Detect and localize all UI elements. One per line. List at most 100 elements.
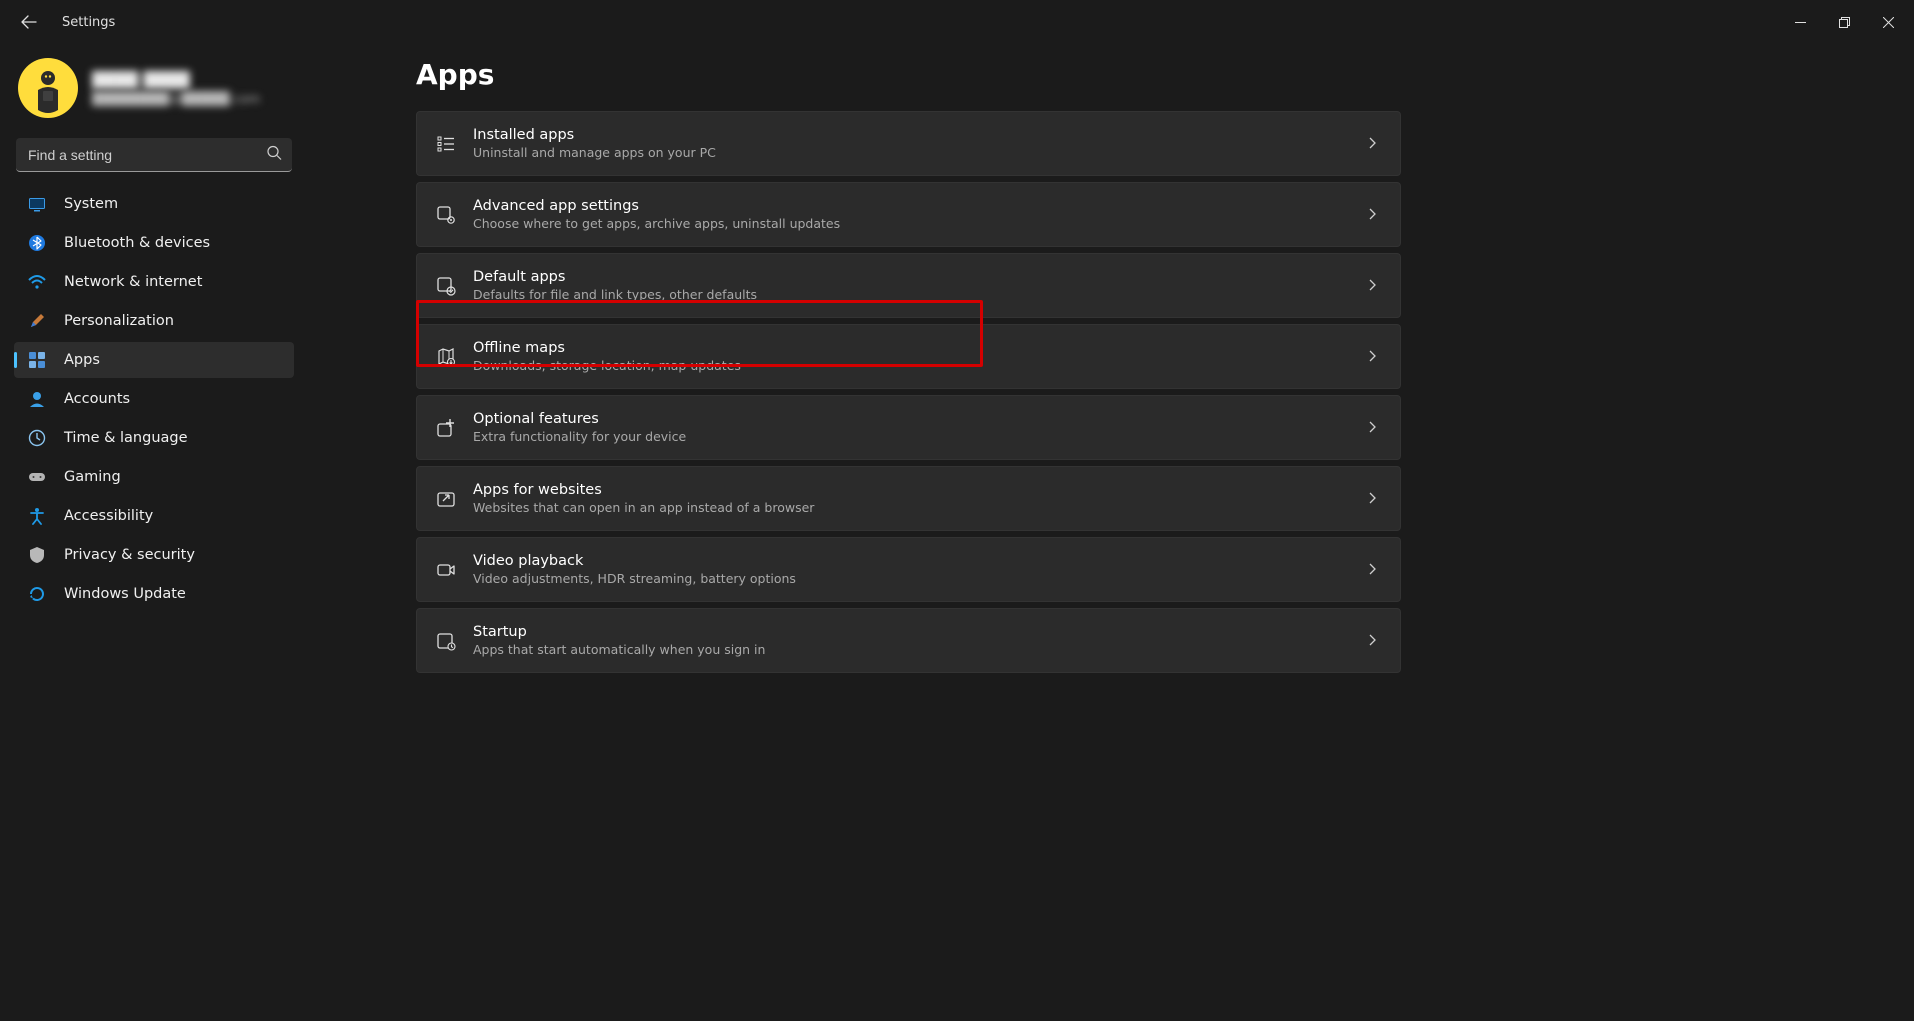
person-icon <box>28 390 46 408</box>
card-subtitle: Websites that can open in an app instead… <box>473 500 814 515</box>
wifi-icon <box>28 273 46 291</box>
window-controls <box>1778 6 1910 38</box>
minimize-icon <box>1795 17 1806 28</box>
card-subtitle: Uninstall and manage apps on your PC <box>473 145 716 160</box>
list-icon <box>433 131 459 157</box>
sidebar-item-network[interactable]: Network & internet <box>14 264 294 300</box>
app-gear-icon <box>433 202 459 228</box>
video-icon <box>433 557 459 583</box>
search-icon <box>267 146 282 165</box>
update-icon <box>28 585 46 603</box>
user-text: ████ ████ ████████@█████.com <box>92 71 260 106</box>
gamepad-icon <box>28 468 46 486</box>
chevron-right-icon <box>1366 418 1378 437</box>
sidebar-item-gaming[interactable]: Gaming <box>14 459 294 495</box>
user-name: ████ ████ <box>92 71 260 89</box>
sidebar: ████ ████ ████████@█████.com System <box>0 44 308 1021</box>
close-icon <box>1883 17 1894 28</box>
paintbrush-icon <box>28 312 46 330</box>
card-installed-apps[interactable]: Installed apps Uninstall and manage apps… <box>416 111 1401 176</box>
card-subtitle: Video adjustments, HDR streaming, batter… <box>473 571 796 586</box>
card-labels: Startup Apps that start automatically wh… <box>473 624 765 657</box>
bluetooth-icon <box>28 234 46 252</box>
sidebar-item-personalization[interactable]: Personalization <box>14 303 294 339</box>
chevron-right-icon <box>1366 631 1378 650</box>
settings-cards: Installed apps Uninstall and manage apps… <box>416 111 1401 673</box>
sidebar-item-time[interactable]: Time & language <box>14 420 294 456</box>
card-title: Startup <box>473 624 765 640</box>
card-labels: Installed apps Uninstall and manage apps… <box>473 127 716 160</box>
chevron-right-icon <box>1366 347 1378 366</box>
sidebar-item-update[interactable]: Windows Update <box>14 576 294 612</box>
add-feature-icon <box>433 415 459 441</box>
card-advanced-apps[interactable]: Advanced app settings Choose where to ge… <box>416 182 1401 247</box>
card-labels: Default apps Defaults for file and link … <box>473 269 757 302</box>
card-title: Installed apps <box>473 127 716 143</box>
sidebar-item-label: Apps <box>64 352 100 368</box>
chevron-right-icon <box>1366 276 1378 295</box>
titlebar-left: Settings <box>10 3 115 41</box>
body: ████ ████ ████████@█████.com System <box>0 44 1914 1021</box>
sidebar-item-accessibility[interactable]: Accessibility <box>14 498 294 534</box>
chevron-right-icon <box>1366 205 1378 224</box>
card-labels: Video playback Video adjustments, HDR st… <box>473 553 796 586</box>
startup-icon <box>433 628 459 654</box>
sidebar-item-label: Accounts <box>64 391 130 407</box>
sidebar-item-bluetooth[interactable]: Bluetooth & devices <box>14 225 294 261</box>
card-apps-for-websites[interactable]: Apps for websites Websites that can open… <box>416 466 1401 531</box>
card-title: Optional features <box>473 411 686 427</box>
sidebar-item-label: Privacy & security <box>64 547 195 563</box>
sidebar-item-label: Gaming <box>64 469 121 485</box>
back-button[interactable] <box>10 3 48 41</box>
sidebar-item-label: Personalization <box>64 313 174 329</box>
app-title: Settings <box>62 15 115 30</box>
close-button[interactable] <box>1866 6 1910 38</box>
map-icon <box>433 344 459 370</box>
minimize-button[interactable] <box>1778 6 1822 38</box>
page-title: Apps <box>416 58 1914 91</box>
avatar-image-icon <box>20 60 76 116</box>
avatar <box>18 58 78 118</box>
sidebar-item-label: Network & internet <box>64 274 202 290</box>
card-offline-maps[interactable]: Offline maps Downloads, storage location… <box>416 324 1401 389</box>
titlebar: Settings <box>0 0 1914 44</box>
card-subtitle: Downloads, storage location, map updates <box>473 358 741 373</box>
sidebar-item-apps[interactable]: Apps <box>14 342 294 378</box>
card-subtitle: Defaults for file and link types, other … <box>473 287 757 302</box>
card-optional-features[interactable]: Optional features Extra functionality fo… <box>416 395 1401 460</box>
card-default-apps[interactable]: Default apps Defaults for file and link … <box>416 253 1401 318</box>
apps-icon <box>28 351 46 369</box>
search-input[interactable] <box>16 138 292 172</box>
chevron-right-icon <box>1366 489 1378 508</box>
maximize-icon <box>1839 17 1850 28</box>
sidebar-item-label: Accessibility <box>64 508 153 524</box>
sidebar-item-label: Time & language <box>64 430 188 446</box>
card-title: Advanced app settings <box>473 198 840 214</box>
chevron-right-icon <box>1366 560 1378 579</box>
card-subtitle: Apps that start automatically when you s… <box>473 642 765 657</box>
accessibility-icon <box>28 507 46 525</box>
shield-icon <box>28 546 46 564</box>
card-title: Default apps <box>473 269 757 285</box>
sidebar-nav: System Bluetooth & devices Network & int… <box>14 186 294 612</box>
sidebar-item-accounts[interactable]: Accounts <box>14 381 294 417</box>
card-labels: Advanced app settings Choose where to ge… <box>473 198 840 231</box>
chevron-right-icon <box>1366 134 1378 153</box>
maximize-button[interactable] <box>1822 6 1866 38</box>
card-title: Video playback <box>473 553 796 569</box>
system-icon <box>28 195 46 213</box>
card-title: Apps for websites <box>473 482 814 498</box>
default-apps-icon <box>433 273 459 299</box>
sidebar-item-privacy[interactable]: Privacy & security <box>14 537 294 573</box>
sidebar-item-system[interactable]: System <box>14 186 294 222</box>
card-title: Offline maps <box>473 340 741 356</box>
card-labels: Optional features Extra functionality fo… <box>473 411 686 444</box>
card-video-playback[interactable]: Video playback Video adjustments, HDR st… <box>416 537 1401 602</box>
sidebar-item-label: Bluetooth & devices <box>64 235 210 251</box>
card-labels: Offline maps Downloads, storage location… <box>473 340 741 373</box>
user-block[interactable]: ████ ████ ████████@█████.com <box>14 54 294 132</box>
card-startup[interactable]: Startup Apps that start automatically wh… <box>416 608 1401 673</box>
open-in-app-icon <box>433 486 459 512</box>
search-wrap <box>16 138 292 172</box>
clock-globe-icon <box>28 429 46 447</box>
